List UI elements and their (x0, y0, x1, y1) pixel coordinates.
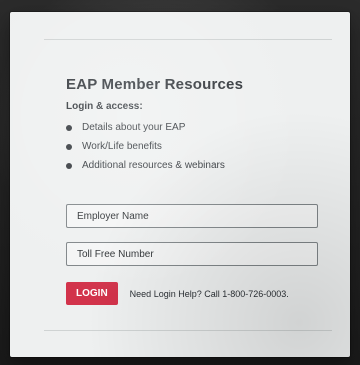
list-item-text: Additional resources & webinars (82, 160, 225, 171)
login-button[interactable]: LOGIN (66, 282, 118, 305)
bottom-divider (44, 330, 332, 331)
list-item: Details about your EAP (66, 120, 336, 136)
list-item: Additional resources & webinars (66, 158, 336, 174)
page-title: EAP Member Resources (66, 76, 244, 93)
bullet-dot-icon (66, 163, 72, 169)
employer-name-input[interactable] (66, 204, 318, 228)
list-item: Work/Life benefits (66, 139, 336, 155)
eap-member-resources-card: EAP Member Resources Login & access: Det… (10, 12, 350, 357)
bullet-dot-icon (66, 125, 72, 131)
list-item-text: Work/Life benefits (82, 141, 162, 152)
top-divider (44, 39, 332, 40)
login-help-text: Need Login Help? Call 1-800-726-0003. (129, 288, 289, 299)
card-content: EAP Member Resources Login & access: Det… (66, 76, 336, 305)
list-item-text: Details about your EAP (82, 122, 186, 133)
toll-free-number-input[interactable] (66, 242, 318, 266)
section-subtitle: Login & access: (66, 101, 143, 112)
benefits-list: Details about your EAP Work/Life benefit… (66, 120, 336, 174)
login-row: LOGIN Need Login Help? Call 1-800-726-00… (66, 282, 336, 305)
bullet-dot-icon (66, 144, 72, 150)
